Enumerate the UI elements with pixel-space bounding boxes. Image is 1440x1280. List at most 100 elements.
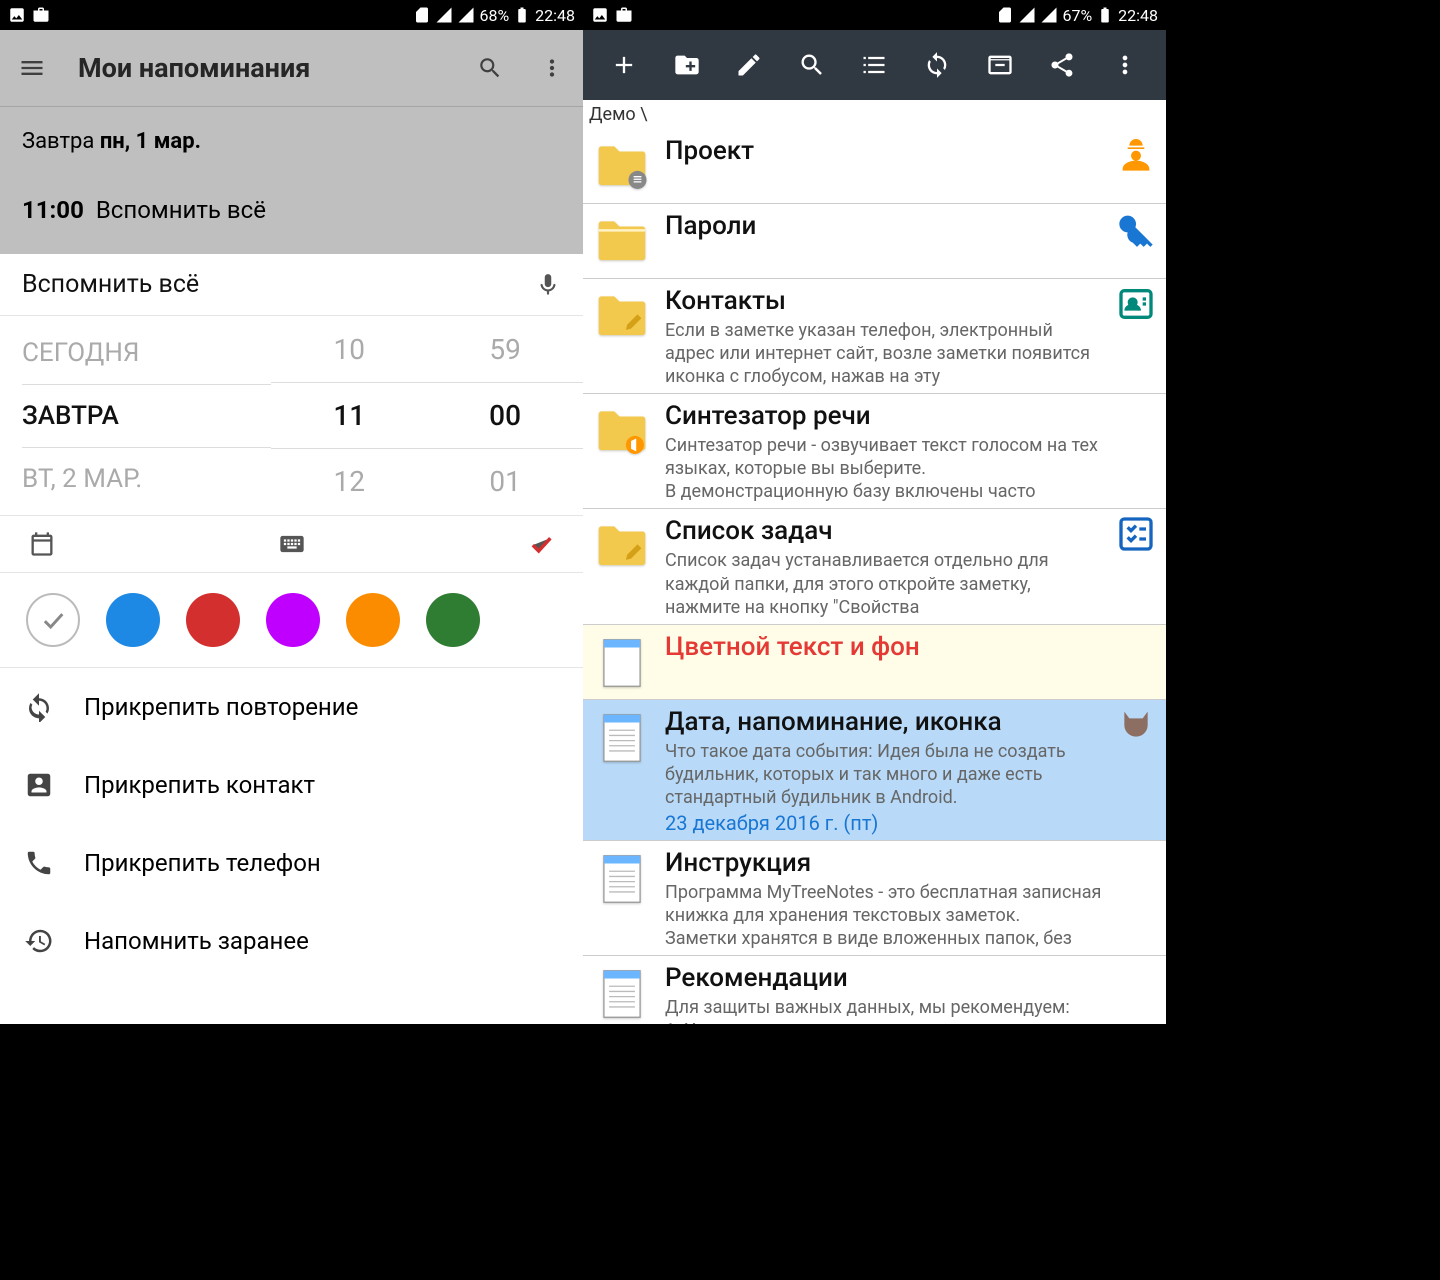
breadcrumb[interactable]: Демо \: [583, 100, 1166, 129]
peek-time: 11:00: [22, 196, 84, 224]
battery-pct: 67%: [1062, 6, 1092, 25]
note-lines-icon: [591, 848, 653, 910]
search-icon[interactable]: [798, 51, 826, 79]
sheet-actions: [0, 516, 583, 573]
image-icon: [591, 6, 609, 24]
toolbar: Мои напоминания: [0, 30, 583, 106]
item-title: Проект: [665, 134, 1102, 169]
hour-wheel[interactable]: 10 11 12: [271, 316, 427, 515]
signal-icon-2: [1040, 6, 1058, 24]
phone-icon: [24, 848, 54, 878]
image-icon: [8, 6, 26, 24]
share-icon[interactable]: [1048, 51, 1076, 79]
list-item[interactable]: Список задач Список задач устанавливаетс…: [583, 509, 1166, 624]
color-green[interactable]: [426, 593, 480, 647]
signal-icon: [435, 6, 453, 24]
folder-sound-icon: [591, 401, 653, 463]
note-lines-icon: [591, 963, 653, 1024]
more-icon[interactable]: [1111, 51, 1139, 79]
statusbar-right: 67% 22:48: [583, 0, 1166, 30]
attach-phone-row[interactable]: Прикрепить телефон: [0, 824, 583, 902]
more-icon[interactable]: [539, 55, 565, 81]
item-title: Контакты: [665, 284, 1102, 319]
item-desc: Список задач устанавливается отдельно дл…: [665, 549, 1102, 618]
minute-wheel[interactable]: 59 00 01: [427, 316, 583, 515]
shop-icon: [615, 6, 633, 24]
color-picker: [0, 573, 583, 668]
battery-pct: 68%: [479, 6, 509, 25]
item-title: Цветной текст и фон: [665, 630, 1102, 665]
item-title: Список задач: [665, 514, 1102, 549]
item-right-icon: [1114, 209, 1158, 249]
list-item[interactable]: Контакты Если в заметке указан телефон, …: [583, 279, 1166, 394]
statusbar-left: 68% 22:48: [0, 0, 583, 30]
new-folder-icon[interactable]: [673, 51, 701, 79]
page-title: Мои напоминания: [78, 52, 310, 84]
search-icon[interactable]: [477, 55, 503, 81]
signal-icon: [1018, 6, 1036, 24]
sim-icon: [413, 6, 431, 24]
peek-title: Вспомнить всё: [96, 196, 266, 224]
item-desc: Синтезатор речи - озвучивает текст голос…: [665, 434, 1102, 503]
color-none[interactable]: [26, 593, 80, 647]
item-date: 23 декабря 2016 г. (пт): [665, 811, 1102, 835]
item-desc: Если в заметке указан телефон, электронн…: [665, 319, 1102, 388]
add-icon[interactable]: [610, 51, 638, 79]
item-title: Дата, напоминание, иконка: [665, 705, 1102, 740]
item-title: Пароли: [665, 209, 1102, 244]
confirm-icon[interactable]: [527, 530, 555, 558]
time-picker[interactable]: СЕГОДНЯ ЗАВТРА ВТ, 2 МАР. 10 11 12 59 00…: [0, 316, 583, 516]
note-lines-icon: [591, 707, 653, 769]
shop-icon: [32, 6, 50, 24]
item-title: Инструкция: [665, 846, 1102, 881]
hamburger-icon[interactable]: [18, 54, 46, 82]
item-desc: Что такое дата события: Идея была не соз…: [665, 740, 1102, 809]
color-orange[interactable]: [346, 593, 400, 647]
toolbar: [583, 30, 1166, 100]
list-item[interactable]: Цветной текст и фон: [583, 625, 1166, 700]
item-right-icon: [1114, 514, 1158, 554]
folder-icon: [591, 211, 653, 273]
color-blue[interactable]: [106, 593, 160, 647]
item-title: Синтезатор речи: [665, 399, 1102, 434]
date-bold: пн, 1 мар.: [100, 129, 201, 154]
keyboard-icon[interactable]: [278, 530, 306, 558]
calendar-icon[interactable]: [28, 530, 56, 558]
repeat-icon: [24, 692, 54, 722]
dimmed-background: Мои напоминания Завтра пн, 1 мар. 11:00 …: [0, 30, 583, 254]
item-desc: Программа MyTreeNotes - это бесплатная з…: [665, 881, 1102, 950]
reminder-input-row[interactable]: Вспомнить всё: [0, 254, 583, 316]
bottom-sheet: Вспомнить всё СЕГОДНЯ ЗАВТРА ВТ, 2 МАР. …: [0, 254, 583, 1024]
list-item[interactable]: Синтезатор речи Синтезатор речи - озвучи…: [583, 394, 1166, 509]
list-item[interactable]: Инструкция Программа MyTreeNotes - это б…: [583, 841, 1166, 956]
date-prefix: Завтра: [22, 129, 100, 154]
list-item[interactable]: Пароли: [583, 204, 1166, 279]
color-purple[interactable]: [266, 593, 320, 647]
attach-contact-row[interactable]: Прикрепить контакт: [0, 746, 583, 824]
mic-icon[interactable]: [535, 272, 561, 298]
folder-edit-icon: [591, 286, 653, 348]
list-item[interactable]: Дата, напоминание, иконка Что такое дата…: [583, 700, 1166, 841]
reminder-text: Вспомнить всё: [22, 270, 535, 299]
item-right-icon: [1114, 284, 1158, 324]
archive-icon[interactable]: [986, 51, 1014, 79]
notes-list: Проект Пароли Контакты Если в заметке ук…: [583, 129, 1166, 1024]
clock-time: 22:48: [1118, 6, 1158, 25]
folder-detail-icon: [591, 136, 653, 198]
history-icon: [24, 926, 54, 956]
attach-repeat-row[interactable]: Прикрепить повторение: [0, 668, 583, 746]
contact-icon: [24, 770, 54, 800]
color-red[interactable]: [186, 593, 240, 647]
sim-icon: [996, 6, 1014, 24]
edit-icon[interactable]: [735, 51, 763, 79]
phone-right-notes: 67% 22:48 Демо \ Проект Пароли: [583, 0, 1166, 1024]
day-wheel[interactable]: СЕГОДНЯ ЗАВТРА ВТ, 2 МАР.: [0, 316, 271, 515]
checklist-icon[interactable]: [860, 51, 888, 79]
clock-time: 22:48: [535, 6, 575, 25]
phone-left-reminders: 68% 22:48 Мои напоминания Завтра пн, 1 м…: [0, 0, 583, 1024]
list-item[interactable]: Рекомендации Для защиты важных данных, м…: [583, 956, 1166, 1024]
remind-early-row[interactable]: Напомнить заранее: [0, 902, 583, 980]
sync-icon[interactable]: [923, 51, 951, 79]
list-item[interactable]: Проект: [583, 129, 1166, 204]
item-right-icon: [1114, 134, 1158, 174]
